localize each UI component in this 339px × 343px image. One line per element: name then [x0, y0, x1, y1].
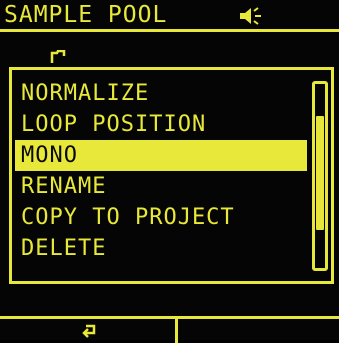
menu-item-normalize[interactable]: NORMALIZE [15, 78, 307, 109]
menu-item-copy-to-project[interactable]: COPY TO PROJECT [15, 202, 307, 233]
menu-list: NORMALIZE LOOP POSITION MONO RENAME COPY TO … [15, 78, 307, 264]
menu-item-loop-position[interactable]: LOOP POSITION [15, 109, 307, 140]
return-icon[interactable] [80, 321, 100, 339]
menu-scrollbar[interactable] [312, 81, 328, 271]
scroll-thumb[interactable] [316, 116, 324, 230]
softkey-bar [0, 316, 339, 343]
sample-pool-screen: SAMPLE POOL NORMALIZE LOOP POSITION MONO RE… [0, 0, 339, 343]
menu-item-mono[interactable]: MONO [15, 140, 307, 171]
header-bar: SAMPLE POOL [0, 0, 339, 32]
speaker-icon [238, 6, 264, 26]
menu-item-rename[interactable]: RENAME [15, 171, 307, 202]
softkey-divider [175, 319, 178, 343]
context-menu: NORMALIZE LOOP POSITION MONO RENAME COPY TO … [9, 67, 334, 284]
folder-up-icon[interactable] [50, 49, 66, 63]
screen-title: SAMPLE POOL [4, 2, 168, 28]
menu-item-delete[interactable]: DELETE [15, 233, 307, 264]
